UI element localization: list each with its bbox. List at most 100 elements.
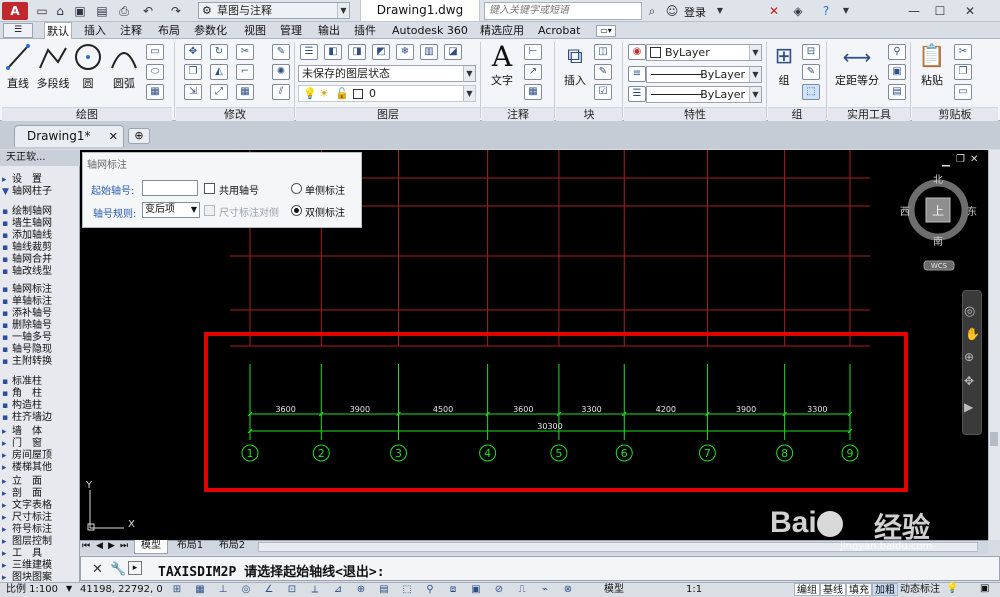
prev-layout-icon[interactable]: ◀ xyxy=(96,541,103,551)
layer-lock-icon[interactable]: ▥ xyxy=(420,44,438,60)
ribbon-toggle-icon[interactable]: ▭▾ xyxy=(596,25,616,37)
share-number-checkbox[interactable] xyxy=(204,183,215,194)
help-chevron-icon[interactable]: ▼ xyxy=(838,3,854,19)
status-toggle-icon[interactable]: ⊘ xyxy=(490,583,508,596)
status-toggle-icon[interactable]: ⎍ xyxy=(513,583,531,596)
group-select-icon[interactable]: ⬚ xyxy=(802,84,820,100)
status-toggle-icon[interactable]: ▣ xyxy=(467,583,485,596)
rectangle-icon[interactable]: ▭ xyxy=(146,44,164,60)
tianzheng-item[interactable]: ▸ 设 置 xyxy=(2,174,42,186)
tab-acrobat[interactable]: Acrobat xyxy=(536,22,582,39)
copy-icon[interactable]: ❐ xyxy=(184,64,202,80)
status-toggle-icon[interactable]: ∠ xyxy=(260,583,278,596)
calculator-icon[interactable]: ▤ xyxy=(888,84,906,100)
open-file-icon[interactable]: ⌂ xyxy=(52,3,68,19)
tianzheng-item[interactable]: ▸ 房间屋顶 xyxy=(2,450,52,462)
line-tool[interactable]: 直线 xyxy=(4,42,32,90)
pan-icon[interactable]: ✋ xyxy=(965,327,980,341)
copy-clip-icon[interactable]: ❐ xyxy=(954,64,972,80)
command-history-icon[interactable]: ▸ xyxy=(128,561,142,575)
trim-icon[interactable]: ✂ xyxy=(236,44,254,60)
layer-walk-icon[interactable]: ◪ xyxy=(444,44,462,60)
save-as-icon[interactable]: ▤ xyxy=(94,3,110,19)
explode-icon[interactable]: ✺ xyxy=(272,64,290,80)
tianzheng-item[interactable]: ▪ 添补轴号 xyxy=(2,308,52,320)
rotate-icon[interactable]: ↻ xyxy=(210,44,228,60)
status-toggle-icon[interactable]: ⊥ xyxy=(214,583,232,596)
tianzheng-item[interactable]: ▸ 符号标注 xyxy=(2,524,52,536)
panel-draw-label[interactable]: 绘图 xyxy=(2,107,172,121)
measure-tool[interactable]: ⟷ 定距等分 xyxy=(832,42,882,92)
search-input[interactable]: 键入关键字或短语 xyxy=(484,2,642,20)
single-side-radio[interactable] xyxy=(291,183,302,194)
fillet-icon[interactable]: ⌐ xyxy=(236,64,254,80)
tianzheng-item[interactable]: ▪ 轴改线型 xyxy=(2,266,52,278)
maximize-icon[interactable]: ☐ xyxy=(932,3,948,19)
binoculars-icon[interactable]: ⌕ xyxy=(644,3,660,19)
showmotion-icon[interactable]: ▶ xyxy=(964,400,973,414)
polyline-tool[interactable]: 多段线 xyxy=(36,42,70,90)
coordinate-readout[interactable]: 41198, 22792, 0 xyxy=(80,583,163,596)
tab-layout[interactable]: 布局 xyxy=(156,22,182,39)
layer-state-select[interactable]: 未保存的图层状态 ▼ xyxy=(298,65,476,82)
orbit-icon[interactable]: ✥ xyxy=(964,374,974,388)
login-chevron-icon[interactable]: ▼ xyxy=(712,3,728,19)
status-toggle-icon[interactable]: ⊡ xyxy=(283,583,301,596)
layout-tab-1[interactable]: 布局1 xyxy=(170,540,210,554)
minimize-icon[interactable]: — xyxy=(906,3,922,19)
panel-block-label[interactable]: 块 xyxy=(556,107,622,121)
print-icon[interactable]: ⎙ xyxy=(116,3,132,19)
first-layout-icon[interactable]: ⏮ xyxy=(82,541,90,551)
group-tool[interactable]: ⊞ 组 xyxy=(770,42,798,92)
status-toggle-icon[interactable]: ⊗ xyxy=(559,583,577,596)
tianzheng-item[interactable]: ▪ 标准柱 xyxy=(2,376,42,388)
text-tool[interactable]: A 文字 xyxy=(486,42,518,92)
paste-tool[interactable]: 📋 粘贴 xyxy=(916,42,948,92)
next-layout-icon[interactable]: ▶ xyxy=(108,541,115,551)
tianzheng-item[interactable]: ▸ 剖 面 xyxy=(2,488,42,500)
tab-default[interactable]: 默认 xyxy=(44,22,72,40)
tianzheng-item[interactable]: ▸ 文字表格 xyxy=(2,500,52,512)
tab-autodesk360[interactable]: Autodesk 360 xyxy=(390,22,470,39)
tianzheng-item[interactable]: ▸ 墙 体 xyxy=(2,426,42,438)
status-dynamic-dim-toggle[interactable]: 动态标注 xyxy=(898,583,942,596)
status-fill-toggle[interactable]: 填充 xyxy=(846,583,872,596)
linetype-icon[interactable]: ☰ xyxy=(628,86,646,102)
array-icon[interactable]: ▦ xyxy=(236,84,254,100)
status-toggle-icon[interactable]: ⚲ xyxy=(421,583,439,596)
command-close-icon[interactable]: ✕ xyxy=(92,562,103,577)
panel-properties-label[interactable]: 特性 xyxy=(624,107,766,121)
leader-icon[interactable]: ↗ xyxy=(524,64,542,80)
tab-close-icon[interactable]: ✕ xyxy=(109,126,118,147)
tianzheng-item[interactable]: ▪ 单轴标注 xyxy=(2,296,52,308)
tianzheng-item[interactable]: ▪ 主附转换 xyxy=(2,356,52,368)
ungroup-icon[interactable]: ⊟ xyxy=(802,44,820,60)
layer-off-icon[interactable]: ◩ xyxy=(372,44,390,60)
erase-icon[interactable]: ✎ xyxy=(272,44,290,60)
tianzheng-item[interactable]: ▪ 墙生轴网 xyxy=(2,218,52,230)
layer-properties-icon[interactable]: ☰ xyxy=(300,44,318,60)
layout-tab-model[interactable]: 模型 xyxy=(134,540,168,554)
fullscreen-icon[interactable]: ▣ xyxy=(980,583,989,594)
layout-tab-2[interactable]: 布局2 xyxy=(212,540,252,554)
tianzheng-item[interactable]: ▪ 构造柱 xyxy=(2,400,42,412)
number-rule-select[interactable]: 变后项 ▼ xyxy=(142,202,200,218)
tianzheng-item[interactable]: ▼ 轴网柱子 xyxy=(2,186,52,198)
last-layout-icon[interactable]: ⏭ xyxy=(120,541,128,551)
tab-plugins[interactable]: 插件 xyxy=(352,22,378,39)
tab-manage[interactable]: 管理 xyxy=(278,22,304,39)
scale-status[interactable]: 比例 1:100 xyxy=(6,583,58,596)
layer-match-icon[interactable]: ◧ xyxy=(324,44,342,60)
circle-tool[interactable]: 圆 xyxy=(74,42,102,90)
tianzheng-item[interactable]: ▪ 轴号隐现 xyxy=(2,344,52,356)
tianzheng-item[interactable]: ▪ 删除轴号 xyxy=(2,320,52,332)
tianzheng-item[interactable]: ▸ 立 面 xyxy=(2,476,42,488)
status-group-toggle[interactable]: 编组 xyxy=(794,583,820,596)
help-icon[interactable]: ? xyxy=(818,3,834,19)
vertical-scrollbar[interactable] xyxy=(988,150,1000,540)
tab-annotate[interactable]: 注释 xyxy=(118,22,144,39)
user-icon[interactable]: ☺ xyxy=(664,3,680,19)
lineweight-icon[interactable]: ≡ xyxy=(628,66,646,82)
layer-select[interactable]: 💡 ☀ 🔓 0 ▼ xyxy=(298,85,476,102)
arc-tool[interactable]: 圆弧 xyxy=(108,42,140,90)
